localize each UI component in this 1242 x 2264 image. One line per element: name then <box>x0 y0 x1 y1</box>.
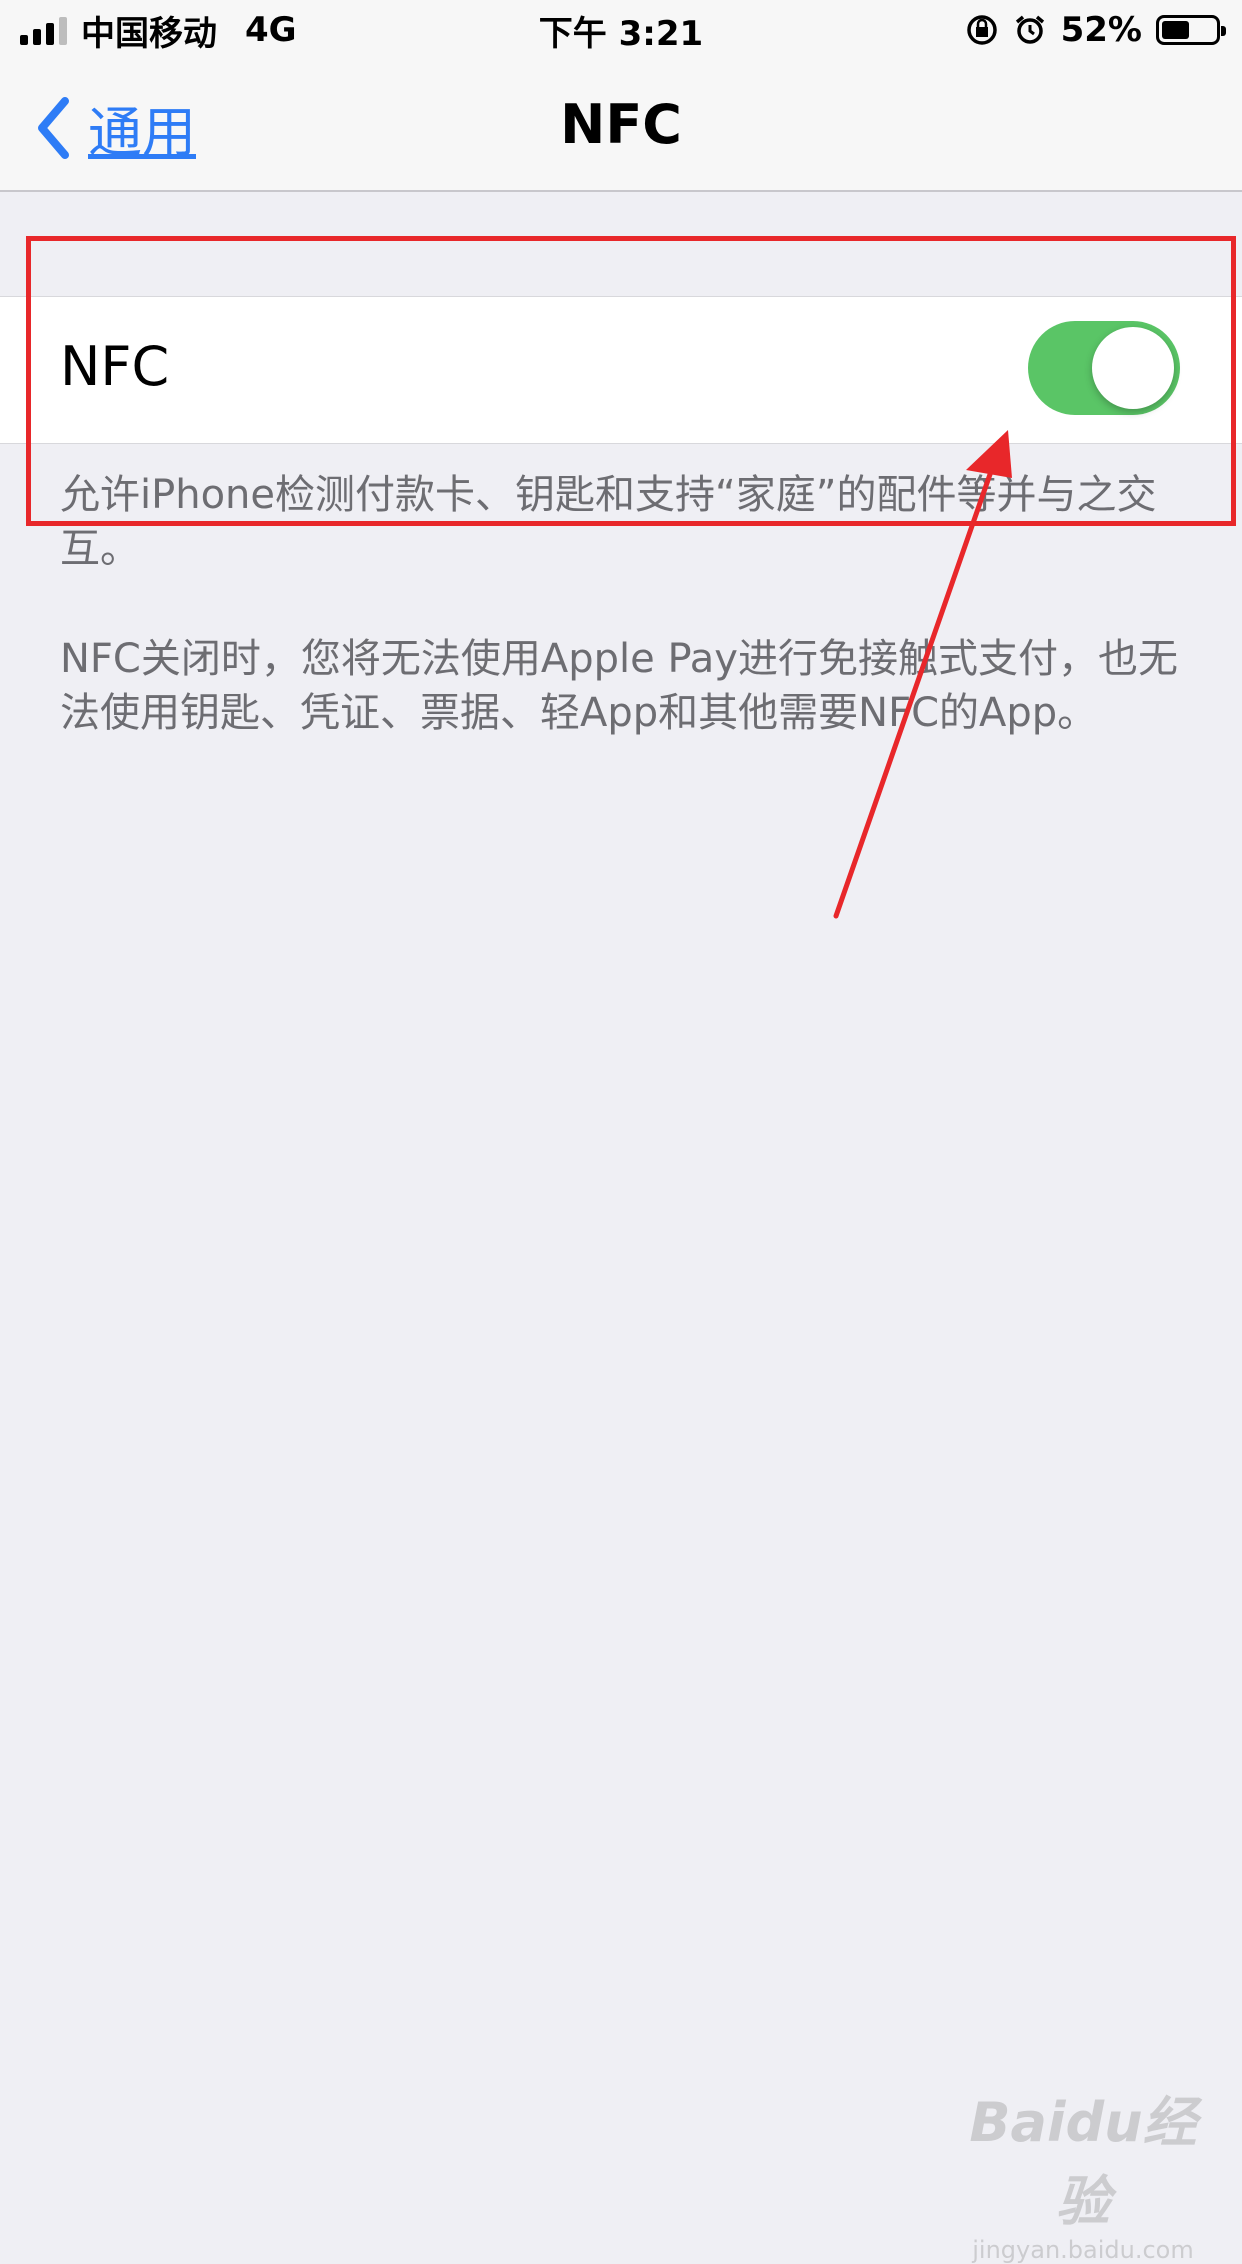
status-right: 52% <box>965 10 1242 50</box>
alarm-icon <box>1015 15 1044 44</box>
signal-icon <box>20 15 67 45</box>
rotation-lock-icon <box>966 15 997 45</box>
page-title: NFC <box>560 93 682 156</box>
watermark-url: jingyan.baidu.com <box>972 2236 1194 2264</box>
navigation-bar: 通用 NFC <box>0 60 1242 192</box>
watermark-logo: Baidu经验 <box>969 2091 1197 2233</box>
toggle-knob <box>1092 327 1174 409</box>
carrier-label: 中国移动 <box>81 13 217 54</box>
battery-icon <box>1156 15 1226 45</box>
status-bar: 中国移动 4G 下午 3:21 52% <box>0 0 1242 60</box>
nfc-row-label: NFC <box>60 335 170 398</box>
battery-percent: 52% <box>1060 10 1142 50</box>
nfc-description: 允许iPhone检测付款卡、钥匙和支持“家庭”的配件等并与之交互。 <box>60 472 1157 572</box>
status-left: 中国移动 4G <box>0 6 297 55</box>
network-label: 4G <box>245 10 297 50</box>
battery-fill <box>1162 21 1190 39</box>
nfc-settings-row: NFC <box>0 296 1242 444</box>
nfc-toggle[interactable] <box>1028 321 1180 415</box>
baidu-watermark: Baidu经验 jingyan.baidu.com <box>948 2078 1218 2264</box>
nfc-warning: NFC关闭时，您将无法使用Apple Pay进行免接触式支付，也无法使用钥匙、凭… <box>60 636 1178 736</box>
